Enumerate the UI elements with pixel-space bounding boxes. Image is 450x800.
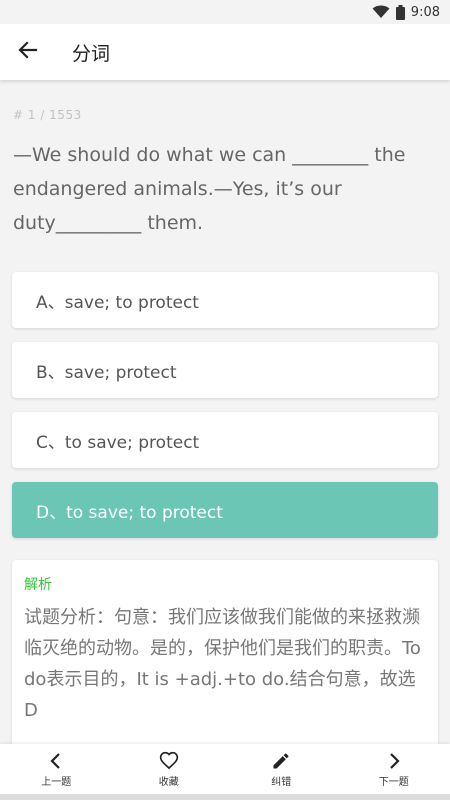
prev-question-label: 上一题 — [41, 776, 72, 788]
favorite-button[interactable]: 收藏 — [113, 744, 225, 794]
option-a[interactable]: A、save; to protect — [12, 272, 438, 328]
battery-icon — [395, 4, 405, 20]
report-error-label: 纠错 — [271, 776, 292, 788]
question-index: # 1 / 1553 — [13, 108, 82, 122]
analysis-card: 解析 试题分析：句意：我们应该做我们能做的来拯救濒临灭绝的动物。是的，保护他们是… — [12, 560, 438, 744]
analysis-title: 解析 — [24, 577, 52, 593]
option-d[interactable]: D、to save; to protect — [12, 482, 438, 538]
chevron-right-icon — [384, 751, 404, 773]
option-label: D、to save; to protect — [36, 502, 223, 523]
back-button[interactable] — [0, 24, 56, 80]
pencil-icon — [271, 751, 291, 773]
option-label: A、save; to protect — [36, 292, 199, 313]
next-question-button[interactable]: 下一题 — [338, 744, 450, 794]
app-bar: 分词 — [0, 24, 450, 80]
report-error-button[interactable]: 纠错 — [225, 744, 337, 794]
heart-outline-icon — [159, 751, 179, 773]
next-question-label: 下一题 — [378, 776, 409, 788]
arrow-back-icon — [18, 40, 38, 64]
status-bar: 9:08 — [0, 0, 450, 24]
question-text: —We should do what we can ________ the e… — [13, 144, 406, 234]
page-title: 分词 — [72, 42, 111, 65]
analysis-body: 试题分析：句意：我们应该做我们能做的来拯救濒临灭绝的动物。是的，保护他们是我们的… — [24, 607, 421, 721]
question-content: # 1 / 1553 —We should do what we can ___… — [0, 80, 450, 744]
chevron-left-icon — [46, 751, 66, 773]
option-label: B、save; protect — [36, 362, 177, 383]
prev-question-button[interactable]: 上一题 — [0, 744, 112, 794]
status-time: 9:08 — [410, 4, 440, 20]
wifi-icon — [372, 5, 390, 19]
bottom-nav: 上一题 收藏 纠错 下一题 — [0, 744, 450, 794]
option-b[interactable]: B、save; protect — [12, 342, 438, 398]
favorite-label: 收藏 — [158, 776, 179, 788]
option-c[interactable]: C、to save; protect — [12, 412, 438, 468]
option-label: C、to save; protect — [36, 432, 200, 453]
system-nav-strip — [0, 794, 450, 800]
